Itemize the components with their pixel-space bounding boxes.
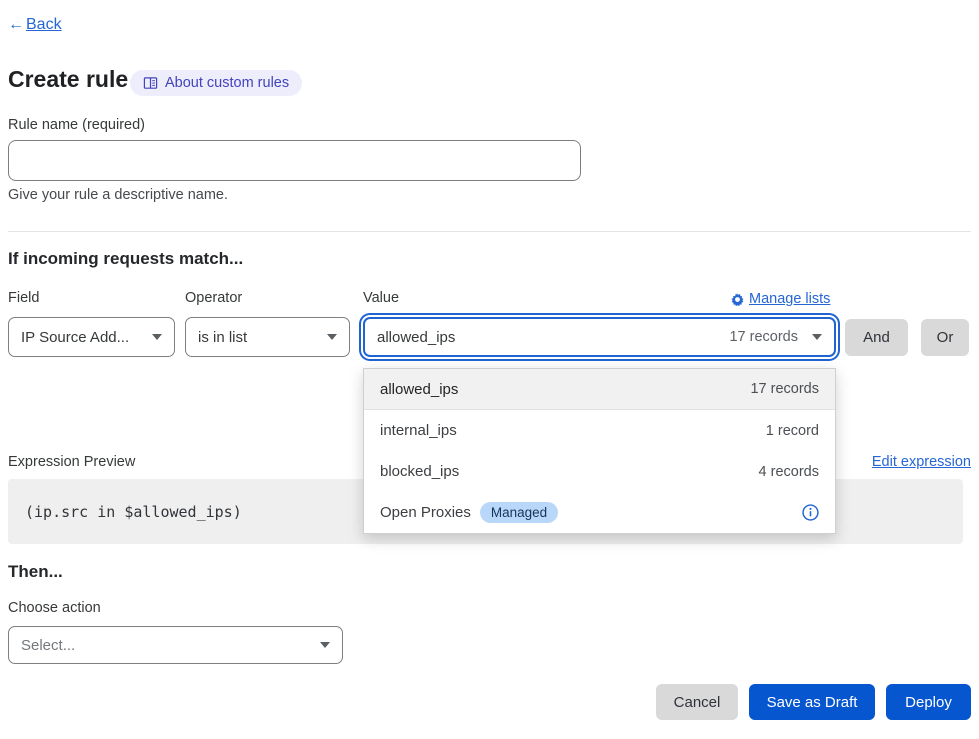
- operator-column-label: Operator: [185, 290, 242, 306]
- managed-badge: Managed: [480, 502, 558, 523]
- list-item-open-proxies[interactable]: Open Proxies Managed: [364, 492, 835, 533]
- field-select[interactable]: IP Source Add...: [8, 317, 175, 357]
- list-item-records: 1 record: [766, 423, 819, 439]
- expression-code: (ip.src in $allowed_ips): [25, 503, 242, 521]
- value-select-records-count: 17 records: [729, 329, 798, 345]
- list-item-records: 17 records: [750, 381, 819, 397]
- back-link[interactable]: ←Back: [8, 16, 62, 34]
- value-select[interactable]: allowed_ips 17 records: [363, 317, 836, 357]
- list-item-blocked-ips[interactable]: blocked_ips 4 records: [364, 451, 835, 492]
- value-select-value: allowed_ips: [377, 329, 455, 346]
- then-section-heading: Then...: [8, 562, 63, 582]
- list-item-records: 4 records: [759, 464, 819, 480]
- value-column-label: Value: [363, 290, 399, 306]
- section-divider: [8, 231, 971, 232]
- cancel-button[interactable]: Cancel: [656, 684, 738, 720]
- manage-lists-label: Manage lists: [749, 291, 830, 307]
- manage-lists-link[interactable]: Manage lists: [731, 291, 836, 307]
- action-select[interactable]: Select...: [8, 626, 343, 664]
- chevron-down-icon: [812, 334, 822, 340]
- value-dropdown-list: allowed_ips 17 records internal_ips 1 re…: [363, 368, 836, 534]
- back-link-label: Back: [26, 16, 62, 34]
- gear-icon: [731, 293, 744, 306]
- field-select-value: IP Source Add...: [21, 329, 129, 346]
- action-select-placeholder: Select...: [21, 637, 75, 654]
- about-custom-rules-link[interactable]: About custom rules: [130, 70, 302, 96]
- footer-actions: Cancel Save as Draft Deploy: [656, 684, 971, 720]
- chevron-down-icon: [152, 334, 162, 340]
- rule-name-input[interactable]: [8, 140, 581, 181]
- expression-preview-label: Expression Preview: [8, 454, 135, 470]
- field-column-label: Field: [8, 290, 39, 306]
- operator-select[interactable]: is in list: [185, 317, 350, 357]
- page-title: Create rule: [8, 66, 128, 93]
- rule-name-helper-text: Give your rule a descriptive name.: [8, 187, 228, 203]
- chevron-down-icon: [327, 334, 337, 340]
- operator-select-value: is in list: [198, 329, 247, 346]
- deploy-button[interactable]: Deploy: [886, 684, 971, 720]
- list-item-name: Open Proxies: [380, 504, 471, 521]
- list-item-internal-ips[interactable]: internal_ips 1 record: [364, 410, 835, 451]
- back-arrow-icon: ←: [8, 16, 24, 34]
- info-icon[interactable]: [802, 504, 819, 521]
- match-section-heading: If incoming requests match...: [8, 249, 243, 269]
- rule-name-label: Rule name (required): [8, 117, 145, 133]
- list-item-name: blocked_ips: [380, 463, 459, 480]
- list-item-name: internal_ips: [380, 422, 457, 439]
- list-item-allowed-ips[interactable]: allowed_ips 17 records: [364, 369, 835, 410]
- chevron-down-icon: [320, 642, 330, 648]
- list-item-name: allowed_ips: [380, 381, 458, 398]
- or-button[interactable]: Or: [921, 319, 969, 356]
- choose-action-label: Choose action: [8, 600, 101, 616]
- save-as-draft-button[interactable]: Save as Draft: [749, 684, 875, 720]
- edit-expression-link[interactable]: Edit expression: [872, 454, 971, 470]
- and-button[interactable]: And: [845, 319, 908, 356]
- book-icon: [143, 76, 158, 91]
- about-custom-rules-label: About custom rules: [165, 75, 289, 91]
